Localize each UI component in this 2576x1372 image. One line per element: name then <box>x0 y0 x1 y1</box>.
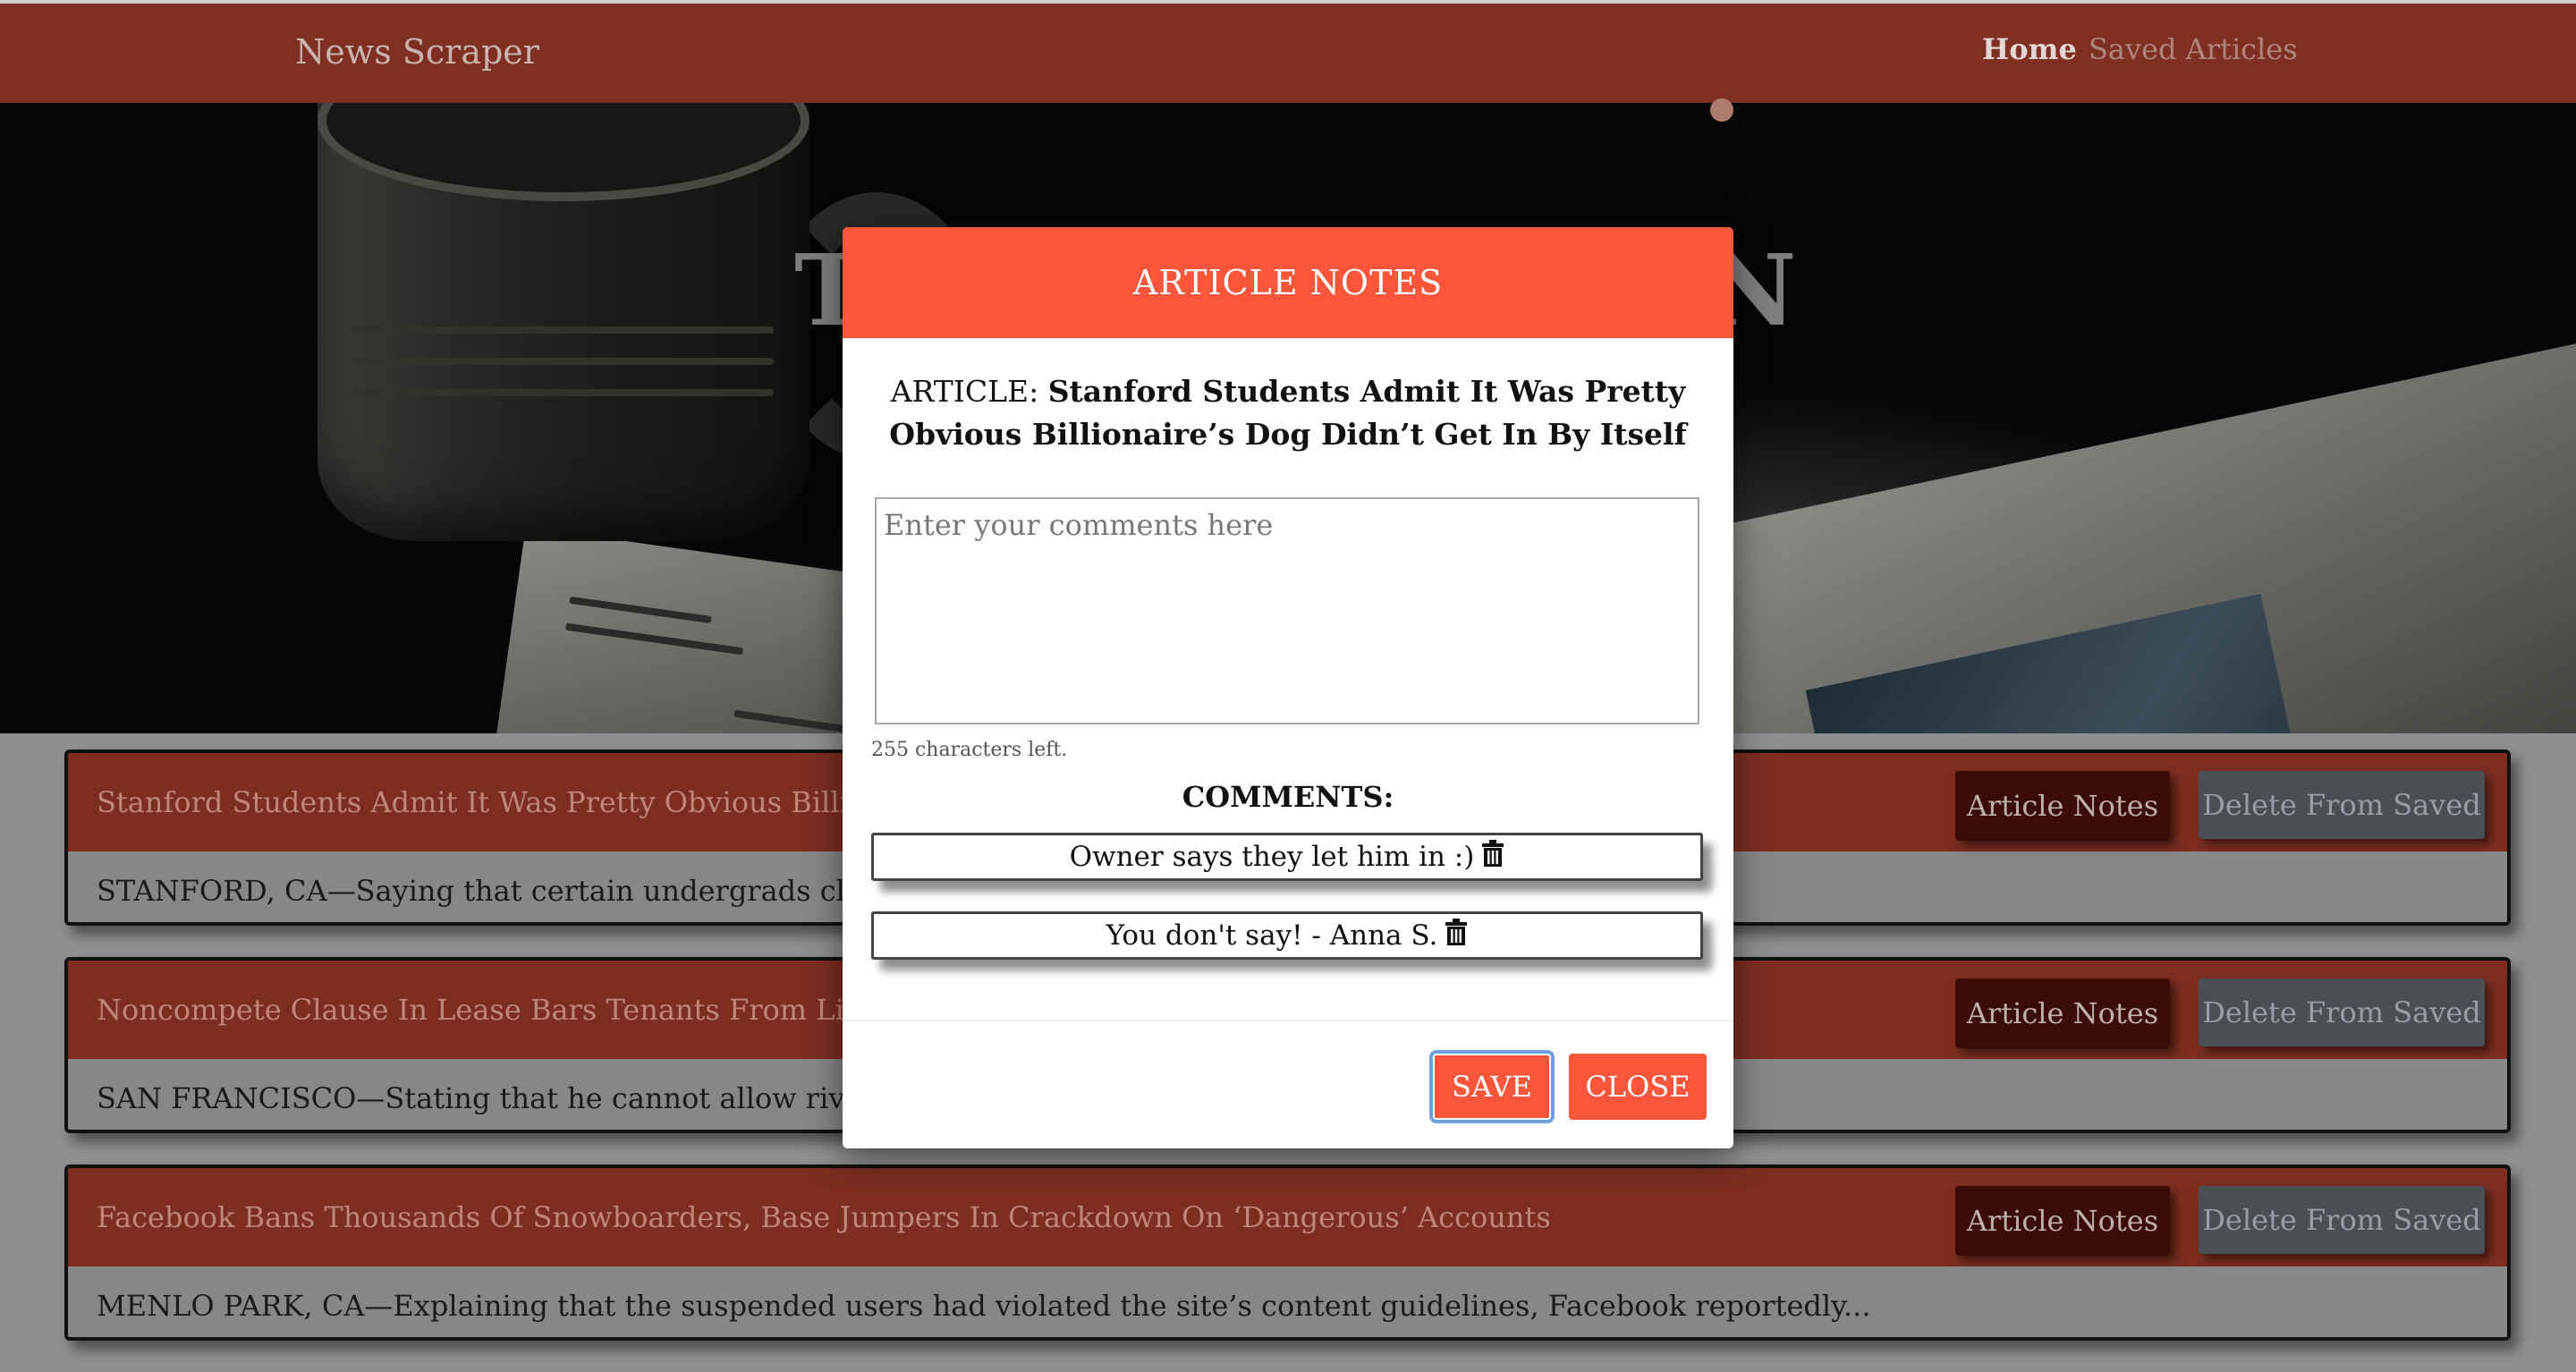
delete-from-saved-button[interactable]: Delete From Saved <box>2199 978 2485 1046</box>
brand-title[interactable]: News Scraper <box>295 32 539 72</box>
nav-link-saved-articles[interactable]: Saved Articles <box>2089 32 2298 66</box>
article-summary: MENLO PARK, CA—Explaining that the suspe… <box>97 1289 1871 1323</box>
trash-icon[interactable] <box>1445 919 1468 953</box>
article-card-header: Facebook Bans Thousands Of Snowboarders,… <box>68 1168 2507 1266</box>
slider-knob[interactable] <box>1710 98 1733 122</box>
modal-header: ARTICLE NOTES <box>843 227 1733 338</box>
delete-from-saved-button[interactable]: Delete From Saved <box>2199 771 2485 839</box>
comment-item: You don't say! - Anna S. <box>871 911 1703 960</box>
navbar: News Scraper Home Saved Articles <box>0 0 2576 103</box>
article-summary: SAN FRANCISCO—Stating that he cannot all… <box>97 1081 965 1115</box>
article-title[interactable]: Facebook Bans Thousands Of Snowboarders,… <box>97 1200 1551 1234</box>
modal-article-heading: ARTICLE: Stanford Students Admit It Was … <box>869 370 1707 456</box>
article-card: Facebook Bans Thousands Of Snowboarders,… <box>64 1165 2511 1341</box>
delete-from-saved-button[interactable]: Delete From Saved <box>2199 1186 2485 1254</box>
comment-text: You don't say! - Anna S. <box>1106 919 1438 952</box>
save-button[interactable]: SAVE <box>1433 1054 1551 1120</box>
comment-item: Owner says they let him in :) <box>871 833 1703 881</box>
comments-heading: COMMENTS: <box>1182 780 1394 814</box>
article-notes-modal: ARTICLE NOTES ARTICLE: Stanford Students… <box>843 227 1733 1148</box>
article-notes-button[interactable]: Article Notes <box>1955 978 2170 1048</box>
article-summary: STANFORD, CA—Saying that certain undergr… <box>97 874 963 908</box>
close-button[interactable]: CLOSE <box>1569 1054 1707 1120</box>
article-title[interactable]: Noncompete Clause In Lease Bars Tenants … <box>97 993 954 1027</box>
nav-link-home[interactable]: Home <box>1982 32 2077 66</box>
article-notes-button[interactable]: Article Notes <box>1955 1186 2170 1256</box>
article-prefix: ARTICLE: <box>890 374 1039 409</box>
characters-left-counter: 255 characters left. <box>871 739 1068 761</box>
comment-text: Owner says they let him in :) <box>1069 841 1475 873</box>
modal-footer-divider <box>843 1020 1733 1021</box>
trash-icon[interactable] <box>1481 840 1504 874</box>
modal-title: ARTICLE NOTES <box>1132 263 1444 302</box>
article-notes-button[interactable]: Article Notes <box>1955 771 2170 841</box>
article-title[interactable]: Stanford Students Admit It Was Pretty Ob… <box>97 785 965 819</box>
comment-input[interactable] <box>875 497 1699 724</box>
